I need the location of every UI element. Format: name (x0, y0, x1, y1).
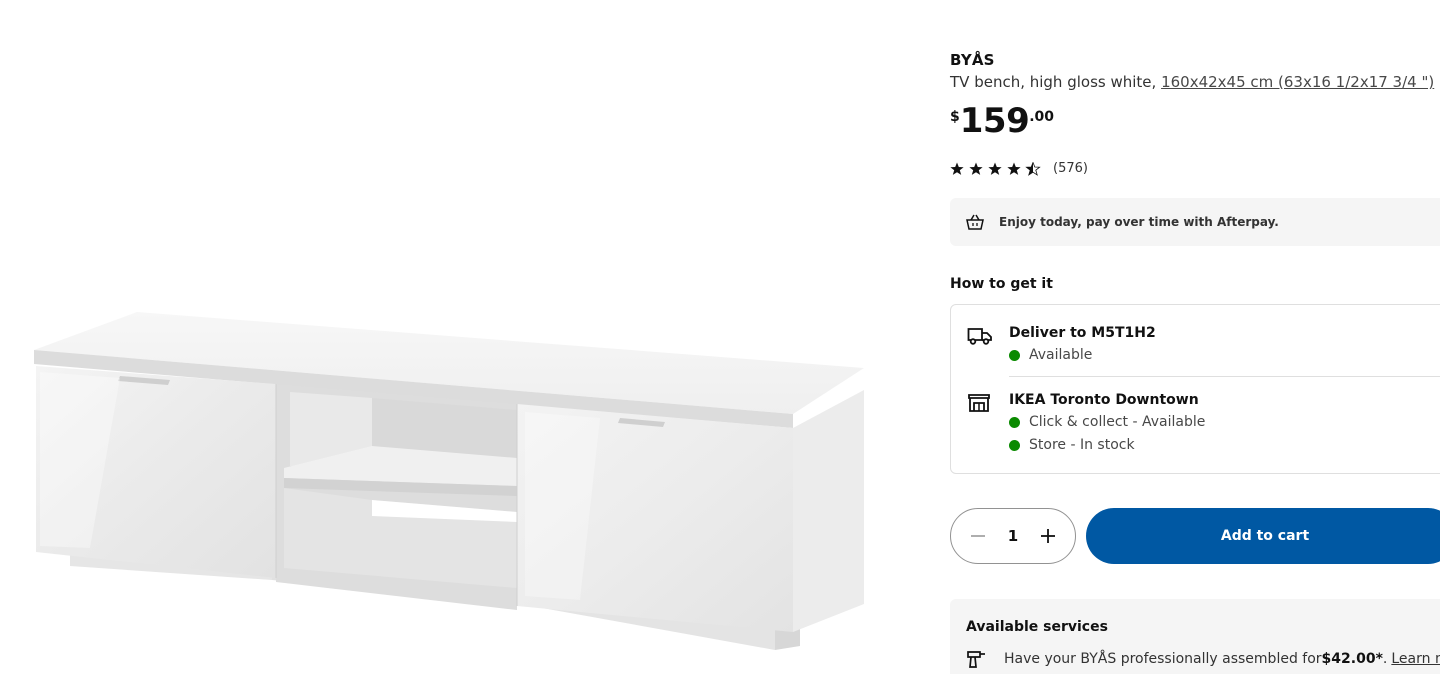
afterpay-banner[interactable]: Enjoy today, pay over time with Afterpay… (950, 198, 1440, 246)
decrease-quantity-button[interactable] (965, 523, 991, 549)
fulfilment-divider (1009, 376, 1440, 377)
delivery-title: Deliver to M5T1H2 (1009, 325, 1156, 341)
services-heading: Available services (966, 619, 1108, 635)
delivery-status: Available (1009, 347, 1092, 363)
afterpay-basket-icon (966, 214, 984, 230)
afterpay-text: Enjoy today, pay over time with Afterpay… (999, 215, 1279, 229)
plus-icon (1041, 529, 1055, 543)
rating-stars-icon (950, 161, 1041, 176)
product-dimensions-link[interactable]: 160x42x45 cm (63x16 1/2x17 3/4 ") (1161, 73, 1434, 91)
learn-more-link[interactable]: Learn mo (1391, 651, 1440, 667)
price-decimal: .00 (1029, 109, 1055, 125)
product-description-text: TV bench, high gloss white, (950, 73, 1162, 91)
quantity-value[interactable]: 1 (998, 527, 1028, 545)
delivery-status-text: Available (1029, 347, 1093, 363)
assembly-service: Have your BYÅS professionally assembled … (966, 649, 1440, 669)
click-collect-status: Click & collect - Available (1009, 414, 1205, 430)
store-icon (968, 394, 990, 412)
store-stock-status: Store - In stock (1009, 437, 1135, 453)
increase-quantity-button[interactable] (1035, 523, 1061, 549)
assembly-price: $42.00* (1321, 651, 1383, 667)
tv-bench-illustration (34, 312, 864, 650)
truck-icon (967, 328, 992, 345)
product-name: BYÅS (950, 51, 995, 69)
price-currency: $ (950, 109, 960, 125)
fulfilment-options: Deliver to M5T1H2 Available IKEA Toronto… (950, 304, 1440, 474)
product-info-panel: BYÅS TV bench, high gloss white, 160x42x… (950, 0, 1440, 674)
available-dot-icon (1009, 349, 1020, 361)
store-stock-status-text: Store - In stock (1029, 437, 1135, 453)
product-description: TV bench, high gloss white, 160x42x45 cm… (950, 73, 1434, 91)
in-stock-dot-icon (1009, 439, 1020, 451)
product-price: $ 159 .00 (950, 104, 1054, 138)
assembly-text: Have your BYÅS professionally assembled … (1004, 651, 1322, 667)
assembly-text-end: . (1382, 651, 1388, 667)
product-page: BYÅS TV bench, high gloss white, 160x42x… (0, 0, 1440, 674)
minus-icon (971, 535, 985, 537)
how-to-get-it-heading: How to get it (950, 276, 1053, 292)
store-title: IKEA Toronto Downtown (1009, 392, 1199, 408)
quantity-stepper: 1 (950, 508, 1076, 564)
product-rating[interactable]: (576) (950, 161, 1088, 176)
click-collect-status-text: Click & collect - Available (1029, 414, 1206, 430)
drill-icon (967, 651, 985, 668)
available-services: Available services Have your BYÅS profes… (950, 599, 1440, 674)
price-integer: 159 (959, 101, 1030, 141)
rating-count: (576) (1053, 161, 1088, 176)
add-to-cart-button[interactable]: Add to cart (1086, 508, 1440, 564)
product-image[interactable] (0, 0, 920, 674)
available-dot-icon (1009, 416, 1020, 428)
